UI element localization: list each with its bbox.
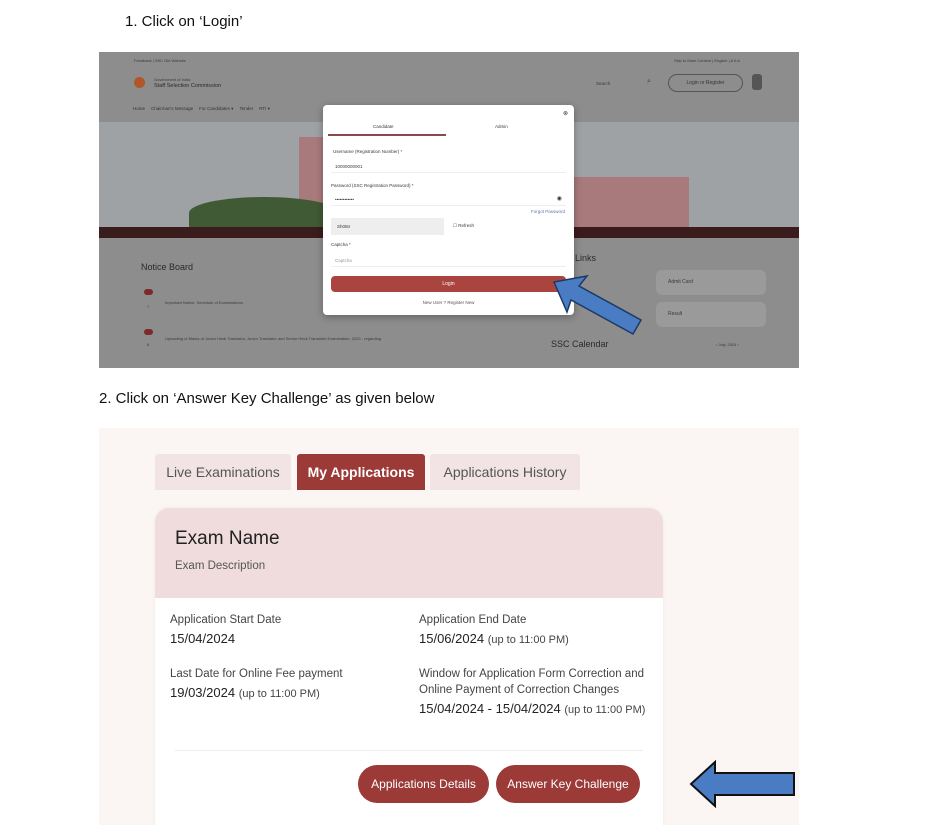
divider [175,750,643,751]
calendar-month[interactable]: ‹ July, 2024 › [716,342,739,347]
end-date-label: Application End Date [419,614,527,626]
nav-candidates[interactable]: For Candidates ▾ [199,106,233,112]
search-input[interactable]: Search [596,81,610,86]
emblem-icon [752,74,762,90]
step-2-instruction: 2. Click on ‘Answer Key Challenge’ as gi… [99,390,435,407]
result-link[interactable]: Result [656,302,766,327]
top-links[interactable]: Feedback | SSC Old Website [134,58,186,63]
tab-applications-history[interactable]: Applications History [430,454,580,490]
tab-admin[interactable]: Admin [495,124,508,129]
login-modal: ⊗ Candidate Admin Username (Registration… [323,105,574,315]
building-image [569,177,689,227]
captcha-input[interactable]: Captcha [331,254,566,267]
login-register-button[interactable]: Login or Register [668,74,743,92]
fee-date-label: Last Date for Online Fee payment [170,668,343,680]
applications-screenshot: Live Examinations My Applications Applic… [99,428,799,825]
notice-item[interactable]: Uploading of Marks of Junior Hindi Trans… [165,336,381,341]
password-label: Password (SSC Registration Password) * [331,183,414,188]
notice-badge [144,329,153,335]
links-title: Links [575,253,597,263]
close-icon[interactable]: ⊗ [563,110,568,117]
notice-board-title: Notice Board [141,262,194,272]
captcha-label: Captcha * [331,242,351,247]
nav-tender[interactable]: Tender [239,106,253,112]
fee-date-value: 19/03/2024 (up to 11:00 PM) [170,685,320,700]
tab-live-examinations[interactable]: Live Examinations [155,454,291,490]
captcha-image: Sh0t6r [331,218,444,235]
notice-item[interactable]: Important Notice: Schedule of Examinatio… [165,300,243,305]
search-icon[interactable]: ⌕ [647,78,651,86]
password-field[interactable]: •••••••••••• ◉ [331,193,566,206]
correction-window-label: Window for Application Form Correction a… [419,668,644,680]
username-label: Username (Registration Number) * [333,149,403,154]
arrow-pointer-icon [552,274,643,336]
main-nav: Home Chairman's Message For Candidates ▾… [133,106,270,112]
top-right-links[interactable]: Skip to Main Content | English | A A A [674,58,740,63]
tree-image [189,197,339,229]
org-line-1: Government of India [154,77,191,82]
end-date-value: 15/06/2024 (up to 11:00 PM) [419,631,569,646]
nav-chairman[interactable]: Chairman's Message [151,106,193,112]
register-line: New User ? Register New [422,300,475,305]
application-card: Exam Name Exam Description Application S… [155,508,663,825]
notice-day: 6 [147,342,150,347]
register-new-link[interactable]: Register New [447,300,474,305]
nav-home[interactable]: Home [133,106,145,112]
login-button[interactable]: Login [331,276,566,292]
applications-details-button[interactable]: Applications Details [358,765,489,803]
arrow-left-icon [689,760,795,808]
step-1-instruction: 1. Click on ‘Login’ [125,13,243,30]
tab-underline [328,134,446,136]
answer-key-challenge-button[interactable]: Answer Key Challenge [496,765,640,803]
exam-name: Exam Name [175,528,280,549]
calendar-title: SSC Calendar [551,339,609,349]
ssc-logo [134,77,145,88]
refresh-captcha-button[interactable]: ☐ Refresh [453,223,474,229]
eye-icon[interactable]: ◉ [557,195,562,202]
exam-description: Exam Description [175,560,266,572]
tab-my-applications[interactable]: My Applications [297,454,425,490]
notice-day: 7 [147,304,150,309]
username-field[interactable]: 10000000001 [331,160,566,173]
login-screenshot: Feedback | SSC Old Website Skip to Main … [99,52,799,368]
card-header [155,508,663,598]
correction-window-label-2: Online Payment of Correction Changes [419,684,620,696]
admit-card-link[interactable]: Admit Card [656,270,766,295]
tab-candidate[interactable]: Candidate [373,124,394,129]
org-line-2: Staff Selection Commission [154,83,222,89]
start-date-label: Application Start Date [170,614,282,626]
forgot-password-link[interactable]: Forgot Password [531,209,565,214]
start-date-value: 15/04/2024 [170,631,236,646]
notice-badge [144,289,153,295]
nav-rti[interactable]: RTI ▾ [259,106,270,112]
correction-window-value: 15/04/2024 - 15/04/2024 (up to 11:00 PM) [419,701,646,716]
